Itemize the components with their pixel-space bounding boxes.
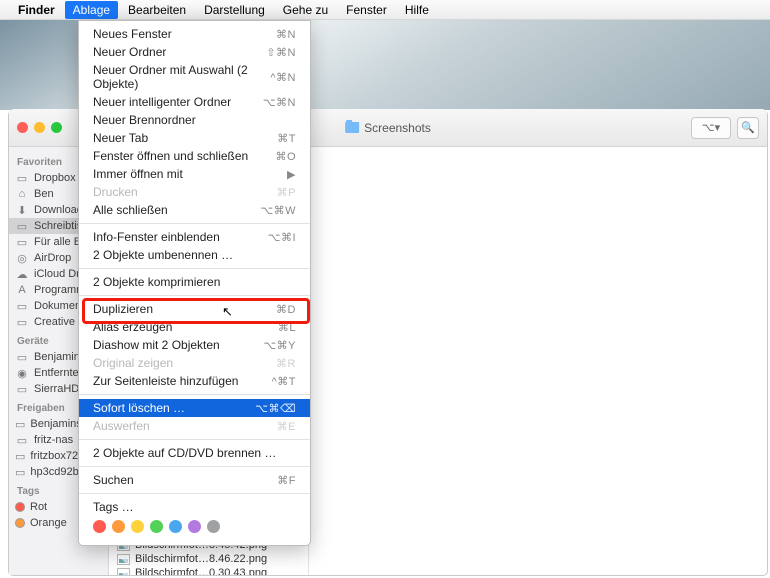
dropbox-toolbar-button[interactable]: ⌥▾	[691, 117, 731, 139]
window-controls	[17, 122, 62, 133]
menu-item[interactable]: Alias erzeugen⌘L	[79, 318, 310, 336]
menu-item[interactable]: Neuer Brennordner	[79, 111, 310, 129]
sidebar-icon: ▭	[15, 418, 25, 430]
file-name: Bildschirmfot…8.46.22.png	[135, 553, 267, 565]
folder-icon	[345, 122, 359, 133]
menu-hilfe[interactable]: Hilfe	[397, 1, 437, 19]
image-file-icon	[117, 568, 130, 576]
file-item[interactable]: Bildschirmfot…0.30.43.png	[111, 566, 308, 575]
menu-item[interactable]: 2 Objekte auf CD/DVD brennen …	[79, 444, 310, 462]
menu-item[interactable]: Sofort löschen …⌥⌘⌫	[79, 399, 310, 417]
tag-color[interactable]	[93, 520, 106, 533]
sidebar-icon: ▭	[15, 236, 29, 248]
sidebar-icon: ◉	[15, 367, 29, 379]
file-name: Bildschirmfot…0.30.43.png	[135, 567, 267, 575]
window-title-area: Screenshots	[345, 121, 431, 135]
image-file-icon	[117, 554, 130, 565]
sidebar-label: Orange	[30, 517, 67, 529]
sidebar-label: AirDrop	[34, 252, 71, 264]
menu-item: Drucken⌘P	[79, 183, 310, 201]
sidebar-label: Ben	[34, 188, 54, 200]
sidebar-icon: ▭	[15, 300, 29, 312]
tag-color[interactable]	[131, 520, 144, 533]
menu-item[interactable]: Tags …	[79, 498, 310, 516]
zoom-button[interactable]	[51, 122, 62, 133]
sidebar-icon: ▭	[15, 383, 29, 395]
tag-color[interactable]	[150, 520, 163, 533]
menu-item[interactable]: Suchen⌘F	[79, 471, 310, 489]
tag-color[interactable]	[112, 520, 125, 533]
menu-item[interactable]: Duplizieren⌘D	[79, 300, 310, 318]
tag-color[interactable]	[188, 520, 201, 533]
menubar: Finder Ablage Bearbeiten Darstellung Geh…	[0, 0, 770, 20]
tag-dot-icon	[15, 518, 25, 528]
sidebar-icon: ⬇	[15, 204, 29, 216]
menu-item[interactable]: Neuer Tab⌘T	[79, 129, 310, 147]
tag-color[interactable]	[207, 520, 220, 533]
menu-item[interactable]: 2 Objekte komprimieren	[79, 273, 310, 291]
sidebar-icon: ⌂	[15, 188, 29, 200]
menu-item[interactable]: Fenster öffnen und schließen⌘O	[79, 147, 310, 165]
menu-item[interactable]: Diashow mit 2 Objekten⌥⌘Y	[79, 336, 310, 354]
app-name[interactable]: Finder	[18, 3, 55, 17]
menu-item[interactable]: Neuer Ordner mit Auswahl (2 Objekte)^⌘N	[79, 61, 310, 93]
sidebar-icon: ▭	[15, 172, 29, 184]
sidebar-icon: ▭	[15, 220, 29, 232]
sidebar-label: SierraHD	[34, 383, 79, 395]
mouse-cursor-icon: ↖	[222, 304, 233, 320]
sidebar-icon: ▭	[15, 434, 29, 446]
menu-item[interactable]: Neues Fenster⌘N	[79, 25, 310, 43]
sidebar-label: Rot	[30, 501, 47, 513]
sidebar-icon: A	[15, 284, 29, 296]
menu-item[interactable]: Zur Seitenleiste hinzufügen^⌘T	[79, 372, 310, 390]
menu-item[interactable]: 2 Objekte umbenennen …	[79, 246, 310, 264]
menu-item[interactable]: Alle schließen⌥⌘W	[79, 201, 310, 219]
menu-item[interactable]: Immer öffnen mit▶	[79, 165, 310, 183]
menu-item[interactable]: Info-Fenster einblenden⌥⌘I	[79, 228, 310, 246]
file-item[interactable]: Bildschirmfot…8.46.22.png	[111, 552, 308, 566]
sidebar-label: fritz-nas	[34, 434, 73, 446]
menu-darstellung[interactable]: Darstellung	[196, 1, 273, 19]
menu-item: Original zeigen⌘R	[79, 354, 310, 372]
menu-item[interactable]: Neuer Ordner⇧⌘N	[79, 43, 310, 61]
ablage-dropdown: Neues Fenster⌘NNeuer Ordner⇧⌘NNeuer Ordn…	[78, 20, 311, 546]
menu-gehe-zu[interactable]: Gehe zu	[275, 1, 336, 19]
sidebar-icon: ▭	[15, 450, 25, 462]
menu-ablage[interactable]: Ablage	[65, 1, 118, 19]
minimize-button[interactable]	[34, 122, 45, 133]
menu-item[interactable]: Neuer intelligenter Ordner⌥⌘N	[79, 93, 310, 111]
tag-dot-icon	[15, 502, 25, 512]
sidebar-icon: ▭	[15, 316, 29, 328]
sidebar-icon: ☁	[15, 268, 29, 280]
menu-item: Auswerfen⌘E	[79, 417, 310, 435]
sidebar-label: Dropbox	[34, 172, 76, 184]
window-title: Screenshots	[364, 121, 431, 135]
tag-color-row	[79, 516, 310, 541]
sidebar-icon: ▭	[15, 466, 25, 478]
sidebar-icon: ◎	[15, 252, 29, 264]
tag-color[interactable]	[169, 520, 182, 533]
menu-fenster[interactable]: Fenster	[338, 1, 395, 19]
search-button[interactable]: 🔍	[737, 117, 759, 139]
close-button[interactable]	[17, 122, 28, 133]
preview-column	[309, 149, 767, 575]
menu-bearbeiten[interactable]: Bearbeiten	[120, 1, 194, 19]
sidebar-icon: ▭	[15, 351, 29, 363]
